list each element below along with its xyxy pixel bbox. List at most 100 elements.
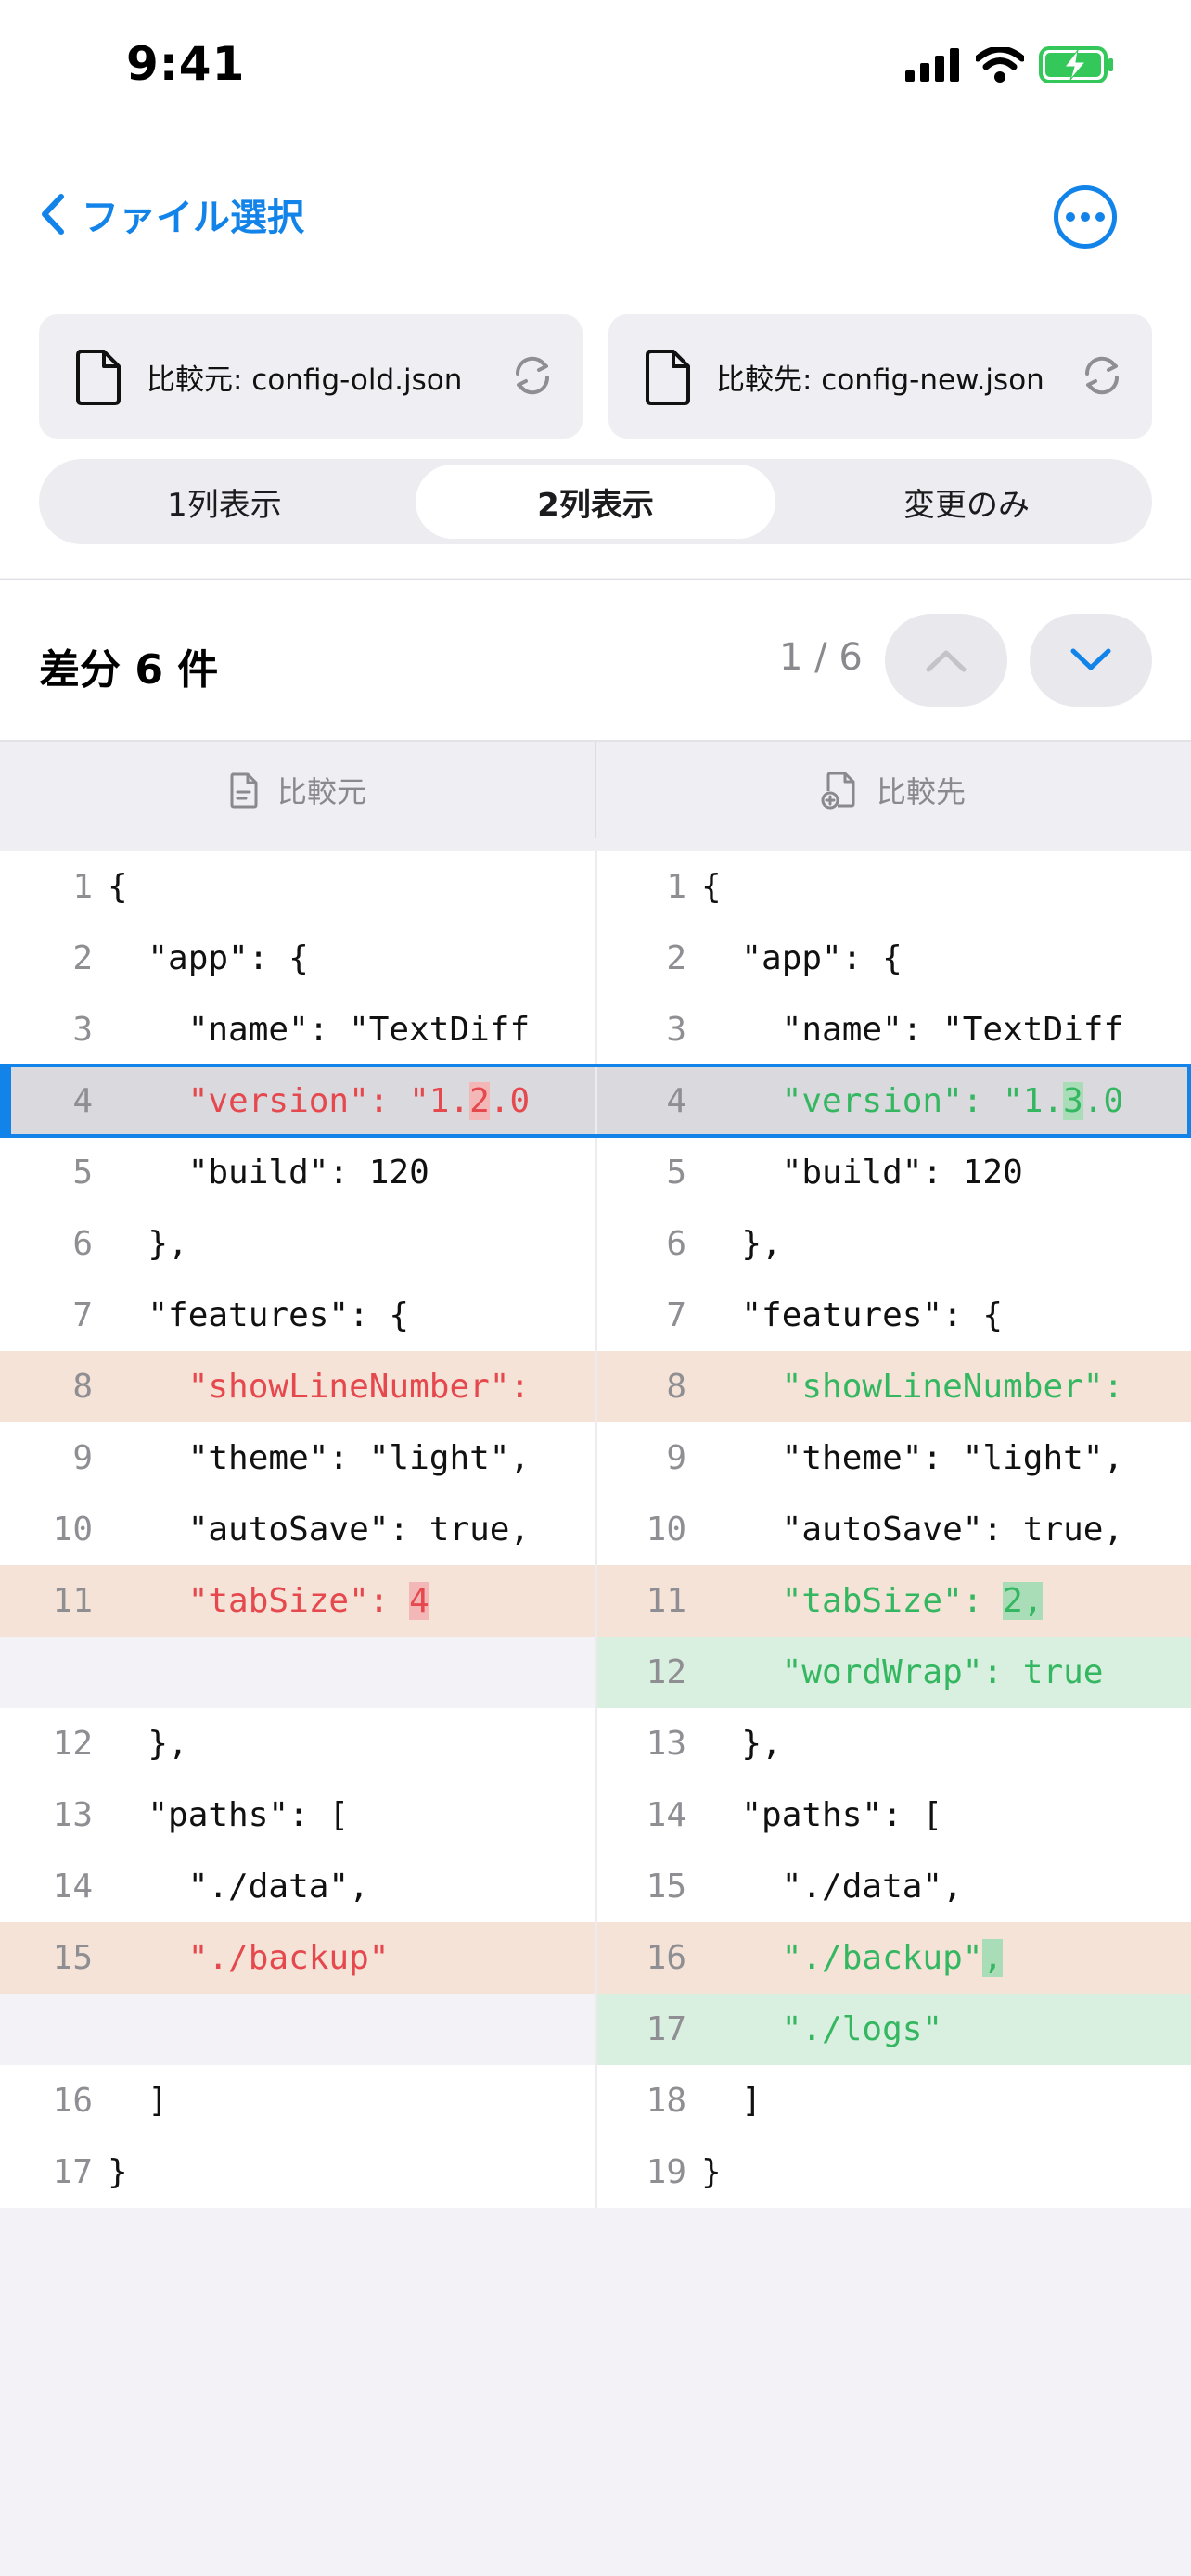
code-line[interactable]: 5 "build": 120 xyxy=(597,1137,1191,1208)
code-line[interactable]: 12 "wordWrap": true xyxy=(597,1637,1191,1708)
line-text-segment: }, xyxy=(701,1225,782,1263)
line-text-segment: "showLineNumber": xyxy=(108,1368,531,1406)
code-line[interactable]: 13 }, xyxy=(597,1708,1191,1779)
code-line[interactable]: 6 }, xyxy=(0,1208,596,1280)
navigation-bar: ファイル選択 xyxy=(0,139,1191,306)
document-icon xyxy=(646,350,690,405)
line-text: "paths": [ xyxy=(701,1796,942,1834)
code-line[interactable]: 9 "theme": "light", xyxy=(0,1422,596,1494)
line-text-segment: } xyxy=(108,2153,128,2191)
line-text: "tabSize": 2, xyxy=(701,1582,1044,1620)
source-code-pane[interactable]: 1{2 "app": {3 "name": "TextDiff 4 "versio… xyxy=(0,851,596,2208)
line-text-segment: ] xyxy=(108,2082,169,2120)
code-line[interactable]: 11 "tabSize": 2, xyxy=(597,1565,1191,1637)
compare-header: 比較元: config-old.json 比較先: config-new.jso… xyxy=(0,306,1191,578)
code-line[interactable]: 16 ] xyxy=(0,2065,596,2136)
code-line[interactable]: 14 "./data", xyxy=(0,1851,596,1922)
changed-text-highlight: 3 xyxy=(1063,1082,1083,1120)
code-line[interactable]: 10 "autoSave": true, xyxy=(0,1494,596,1565)
code-line[interactable]: 1{ xyxy=(597,851,1191,923)
chevron-left-icon xyxy=(42,194,64,235)
code-line[interactable]: 6 }, xyxy=(597,1208,1191,1280)
line-text-segment: "build": 120 xyxy=(701,1154,1023,1192)
line-number: 18 xyxy=(646,2082,686,2120)
segment-changes-only[interactable]: 変更のみ xyxy=(787,465,1146,539)
code-line[interactable]: 5 "build": 120 xyxy=(0,1137,596,1208)
line-number: 6 xyxy=(72,1225,93,1263)
line-text: "app": { xyxy=(701,939,902,977)
code-line[interactable]: 16 "./backup", xyxy=(597,1922,1191,1994)
code-line[interactable]: 10 "autoSave": true, xyxy=(597,1494,1191,1565)
line-number: 17 xyxy=(52,2153,93,2191)
line-number: 4 xyxy=(72,1082,93,1120)
target-code-pane[interactable]: 1{2 "app": {3 "name": "TextDiff 4 "versio… xyxy=(596,851,1191,2208)
code-line[interactable]: 7 "features": { xyxy=(597,1280,1191,1351)
line-text: "./backup", xyxy=(701,1939,1004,1977)
code-line[interactable]: 15 "./data", xyxy=(597,1851,1191,1922)
code-line[interactable]: 11 "tabSize": 4 xyxy=(0,1565,596,1637)
code-line[interactable]: 18 ] xyxy=(597,2065,1191,2136)
line-number: 11 xyxy=(52,1582,93,1620)
line-text-segment: "version": "1. xyxy=(701,1082,1064,1120)
code-line[interactable]: 12 }, xyxy=(0,1708,596,1779)
status-time: 9:41 xyxy=(126,37,246,91)
code-line[interactable]: 14 "paths": [ xyxy=(597,1779,1191,1851)
line-text: { xyxy=(701,868,722,906)
segment-single-column[interactable]: 1列表示 xyxy=(45,465,404,539)
code-line[interactable]: 4 "version": "1.3.0 xyxy=(597,1065,1191,1137)
code-line[interactable]: 2 "app": { xyxy=(0,923,596,994)
line-number: 1 xyxy=(666,868,686,906)
line-text-segment: "version": "1. xyxy=(108,1082,470,1120)
line-text-segment: }, xyxy=(108,1725,188,1763)
line-text-segment: "paths": [ xyxy=(701,1796,943,1834)
diff-placeholder-row[interactable] xyxy=(0,1637,596,1708)
code-line[interactable]: 3 "name": "TextDiff xyxy=(0,994,596,1065)
line-text-segment: "autoSave": true, xyxy=(108,1511,531,1549)
code-line[interactable]: 15 "./backup" xyxy=(0,1922,596,1994)
code-line[interactable]: 17 "./logs" xyxy=(597,1994,1191,2065)
code-line[interactable]: 13 "paths": [ xyxy=(0,1779,596,1851)
refresh-icon[interactable] xyxy=(1080,353,1124,398)
changed-text-highlight: 4 xyxy=(409,1582,429,1620)
line-text: "build": 120 xyxy=(108,1154,429,1192)
diff-position-counter: 1 / 6 xyxy=(779,636,863,679)
line-number: 19 xyxy=(646,2153,686,2191)
segment-two-column[interactable]: 2列表示 xyxy=(416,465,775,539)
line-text: "theme": "light", xyxy=(108,1439,530,1477)
target-file-card[interactable]: 比較先: config-new.json xyxy=(608,314,1152,439)
line-text-segment: "./data", xyxy=(108,1868,369,1906)
code-line[interactable]: 19} xyxy=(597,2136,1191,2208)
code-line[interactable]: 8 "showLineNumber": xyxy=(597,1351,1191,1422)
back-button[interactable]: ファイル選択 xyxy=(39,187,304,241)
line-text-segment: "./backup" xyxy=(701,1939,983,1977)
line-text: }, xyxy=(701,1725,781,1763)
diff-placeholder-row[interactable] xyxy=(0,1994,596,2065)
refresh-icon[interactable] xyxy=(510,353,555,398)
code-line[interactable]: 8 "showLineNumber": xyxy=(0,1351,596,1422)
code-line[interactable]: 4 "version": "1.2.0 xyxy=(0,1065,596,1137)
line-text: "features": { xyxy=(701,1296,1003,1334)
next-diff-button[interactable] xyxy=(1030,614,1152,707)
line-text: "./data", xyxy=(701,1868,963,1906)
line-text: "showLineNumber": xyxy=(108,1368,530,1406)
code-line[interactable]: 7 "features": { xyxy=(0,1280,596,1351)
more-options-button[interactable] xyxy=(1054,185,1117,249)
code-line[interactable]: 1{ xyxy=(0,851,596,923)
code-line[interactable]: 9 "theme": "light", xyxy=(597,1422,1191,1494)
line-number: 3 xyxy=(72,1011,93,1049)
code-line[interactable]: 2 "app": { xyxy=(597,923,1191,994)
line-number: 9 xyxy=(72,1439,93,1477)
line-text-segment: } xyxy=(701,2153,722,2191)
line-number: 11 xyxy=(646,1582,686,1620)
line-text-segment: "name": "TextDiff xyxy=(108,1011,531,1049)
code-line[interactable]: 3 "name": "TextDiff xyxy=(597,994,1191,1065)
document-icon xyxy=(230,772,258,809)
document-icon xyxy=(76,350,121,405)
line-text-segment: .0 xyxy=(489,1082,531,1120)
line-number: 14 xyxy=(646,1796,686,1834)
line-number: 3 xyxy=(666,1011,686,1049)
source-file-card[interactable]: 比較元: config-old.json xyxy=(39,314,583,439)
previous-diff-button[interactable] xyxy=(885,614,1007,707)
line-number: 9 xyxy=(666,1439,686,1477)
code-line[interactable]: 17} xyxy=(0,2136,596,2208)
